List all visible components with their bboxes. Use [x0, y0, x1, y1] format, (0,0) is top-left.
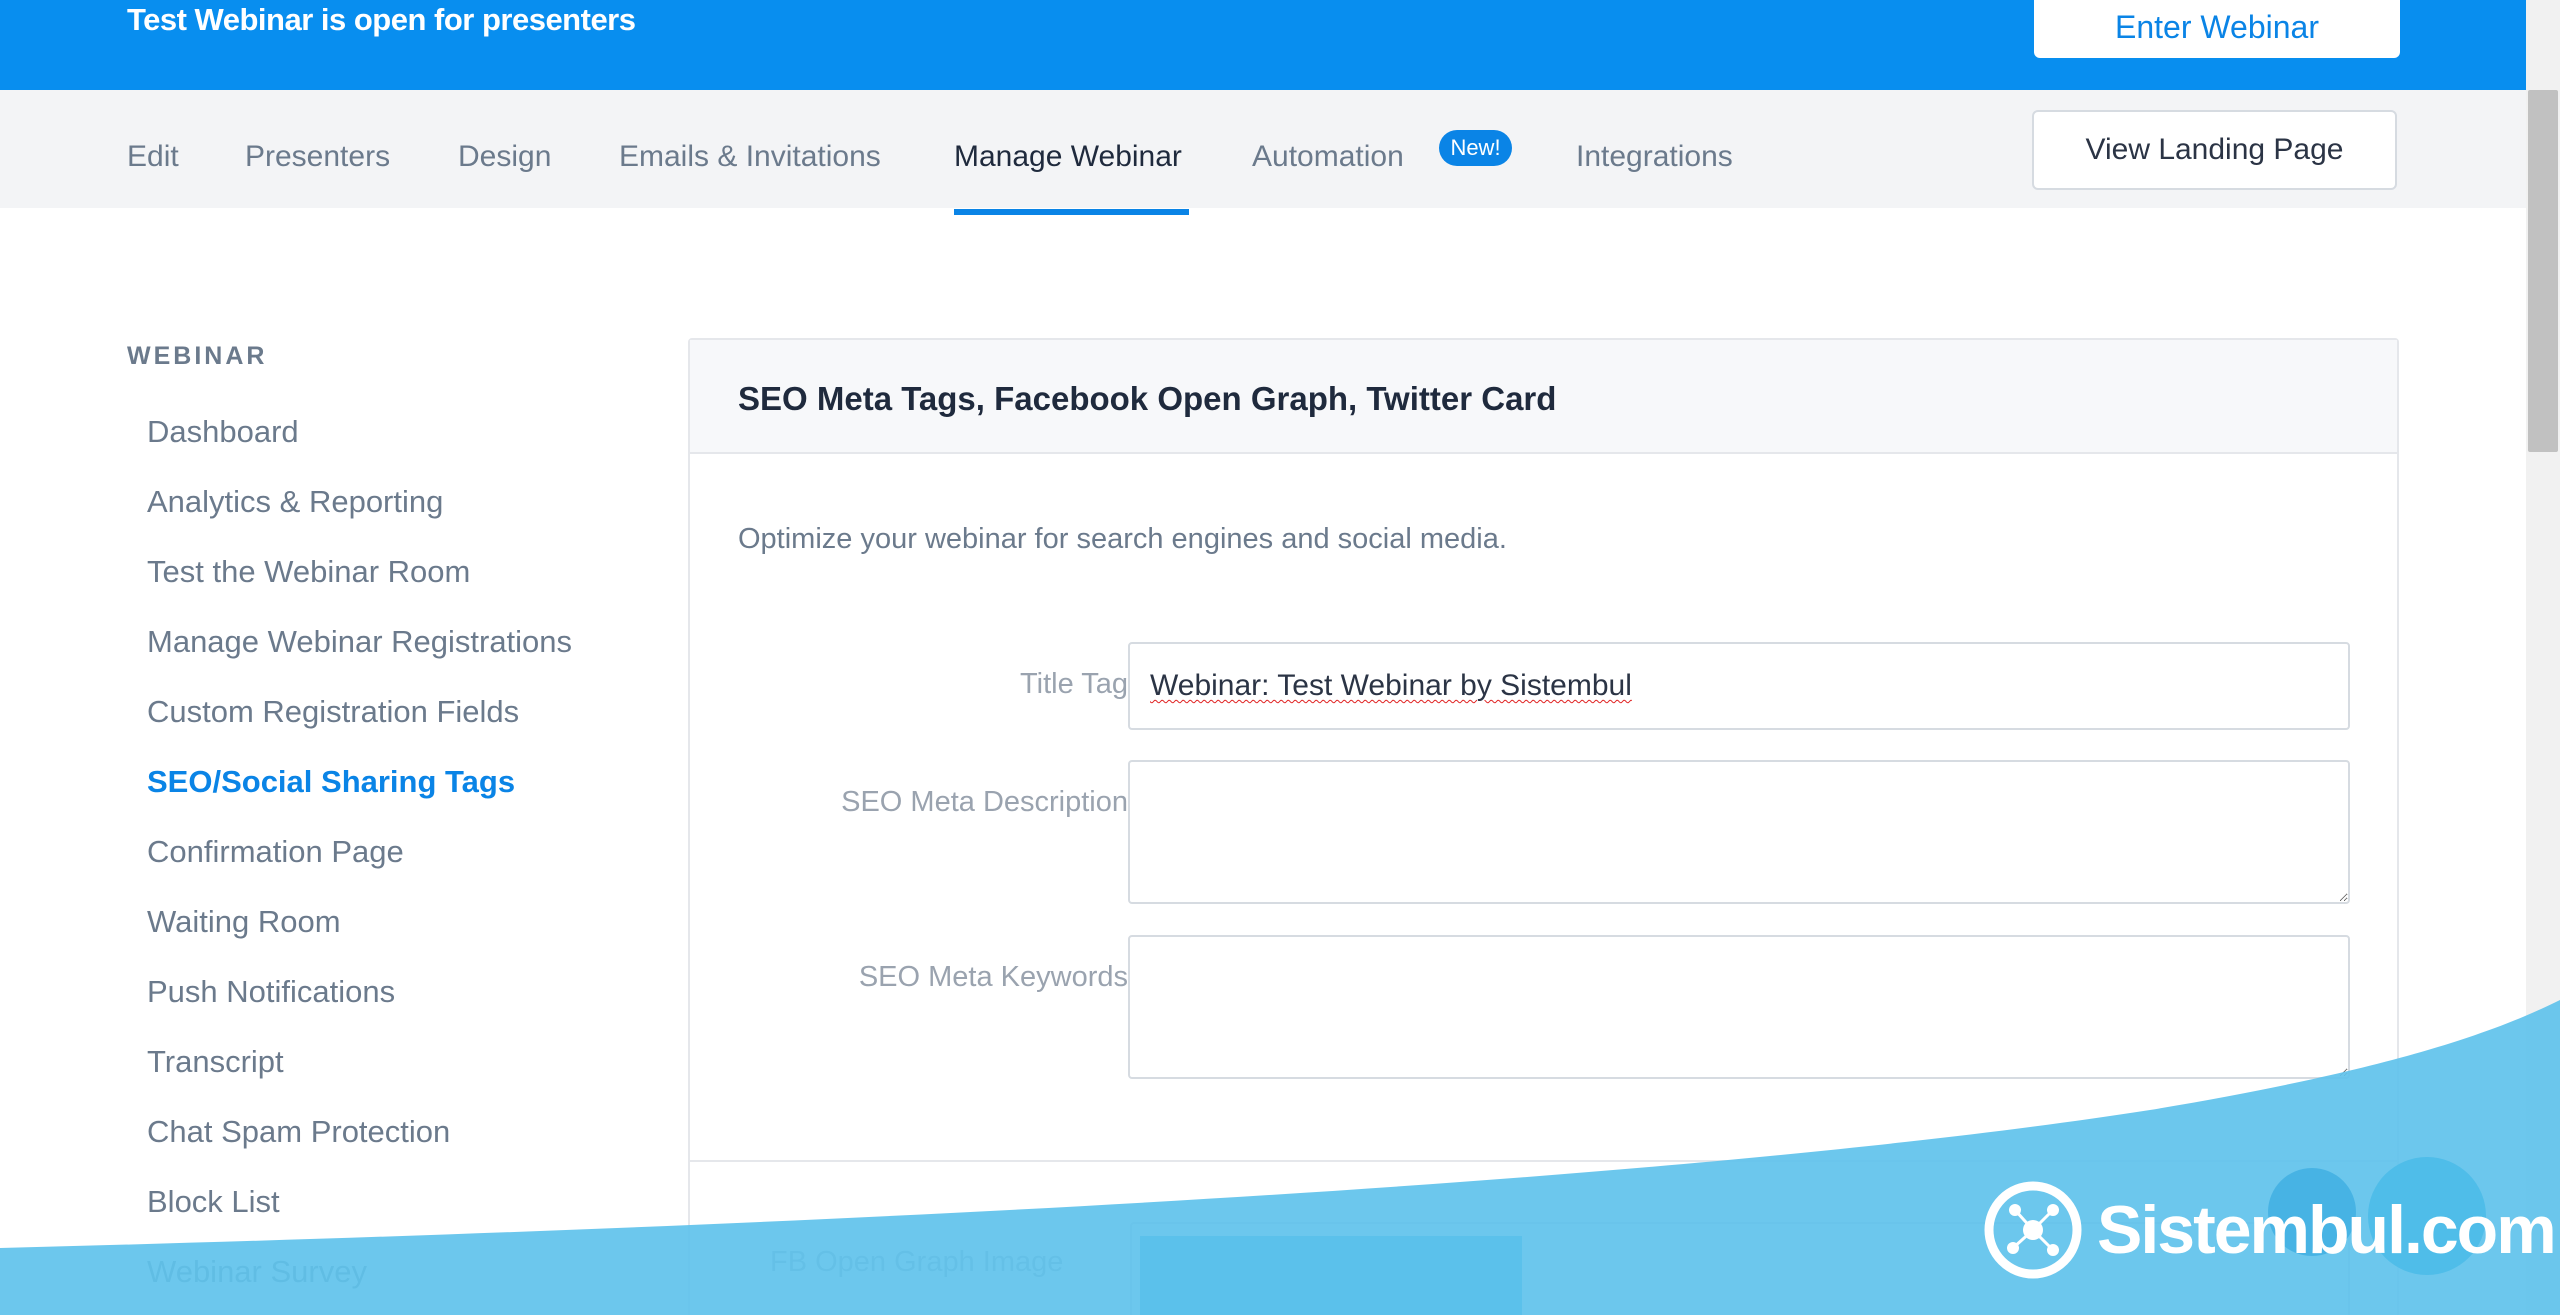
sidebar-item-webinar-survey[interactable]: Webinar Survey — [147, 1254, 367, 1290]
sidebar-item-test-room[interactable]: Test the Webinar Room — [147, 554, 470, 590]
sidebar-item-dashboard[interactable]: Dashboard — [147, 414, 299, 450]
sidebar-item-confirmation[interactable]: Confirmation Page — [147, 834, 404, 870]
sidebar-item-registrations[interactable]: Manage Webinar Registrations — [147, 624, 572, 660]
title-tag-value: Webinar: Test Webinar by Sistembul — [1150, 669, 1632, 702]
banner-title: Test Webinar is open for presenters — [127, 2, 636, 37]
sidebar-item-block-list[interactable]: Block List — [147, 1184, 280, 1220]
active-tab-indicator — [954, 209, 1189, 215]
tab-emails-invitations[interactable]: Emails & Invitations — [619, 140, 881, 174]
view-landing-page-button[interactable]: View Landing Page — [2032, 110, 2397, 190]
presenter-banner: Test Webinar is open for presenters Ente… — [0, 0, 2526, 90]
tab-integrations[interactable]: Integrations — [1576, 140, 1733, 174]
seo-settings-card: SEO Meta Tags, Facebook Open Graph, Twit… — [688, 338, 2399, 1315]
page: Test Webinar is open for presenters Ente… — [0, 0, 2560, 1315]
meta-description-field[interactable] — [1128, 760, 2350, 904]
sidebar-heading: WEBINAR — [127, 342, 268, 370]
watermark-text: Sistembul.com — [2097, 1192, 2557, 1268]
tab-design[interactable]: Design — [458, 140, 551, 174]
title-tag-input[interactable]: Webinar: Test Webinar by Sistembul — [1130, 644, 2348, 728]
sidebar-item-push-notifications[interactable]: Push Notifications — [147, 974, 395, 1010]
card-divider — [690, 1160, 2397, 1162]
title-tag-field[interactable]: Webinar: Test Webinar by Sistembul — [1128, 642, 2350, 730]
sidebar-item-transcript[interactable]: Transcript — [147, 1044, 284, 1080]
watermark-logo: Sistembul.com — [1983, 1180, 2557, 1280]
scrollbar-thumb[interactable] — [2528, 90, 2558, 452]
tab-edit[interactable]: Edit — [127, 140, 179, 174]
card-description: Optimize your webinar for search engines… — [738, 523, 1507, 555]
card-title: SEO Meta Tags, Facebook Open Graph, Twit… — [738, 380, 1557, 417]
meta-keywords-input[interactable] — [1130, 937, 2348, 1077]
tab-presenters[interactable]: Presenters — [245, 140, 390, 174]
network-icon — [1984, 1181, 2082, 1279]
sidebar-item-chat-spam[interactable]: Chat Spam Protection — [147, 1114, 450, 1150]
meta-description-input[interactable] — [1130, 762, 2348, 902]
meta-keywords-field[interactable] — [1128, 935, 2350, 1079]
title-tag-label: Title Tag — [1020, 668, 1128, 700]
og-image-preview[interactable] — [1140, 1236, 1522, 1315]
tab-manage-webinar[interactable]: Manage Webinar — [954, 140, 1182, 174]
new-badge: New! — [1439, 130, 1512, 166]
sidebar-item-analytics[interactable]: Analytics & Reporting — [147, 484, 443, 520]
meta-keywords-label: SEO Meta Keywords — [858, 961, 1128, 993]
sidebar-item-waiting-room[interactable]: Waiting Room — [147, 904, 341, 940]
meta-description-label: SEO Meta Description — [841, 786, 1128, 818]
sidebar-item-seo-social[interactable]: SEO/Social Sharing Tags — [147, 764, 515, 800]
sidebar-item-custom-fields[interactable]: Custom Registration Fields — [147, 694, 519, 730]
card-header: SEO Meta Tags, Facebook Open Graph, Twit… — [690, 340, 2397, 454]
enter-webinar-button[interactable]: Enter Webinar — [2034, 0, 2400, 58]
og-image-label: FB Open Graph Image — [770, 1246, 1064, 1278]
tab-automation[interactable]: Automation — [1252, 140, 1404, 174]
